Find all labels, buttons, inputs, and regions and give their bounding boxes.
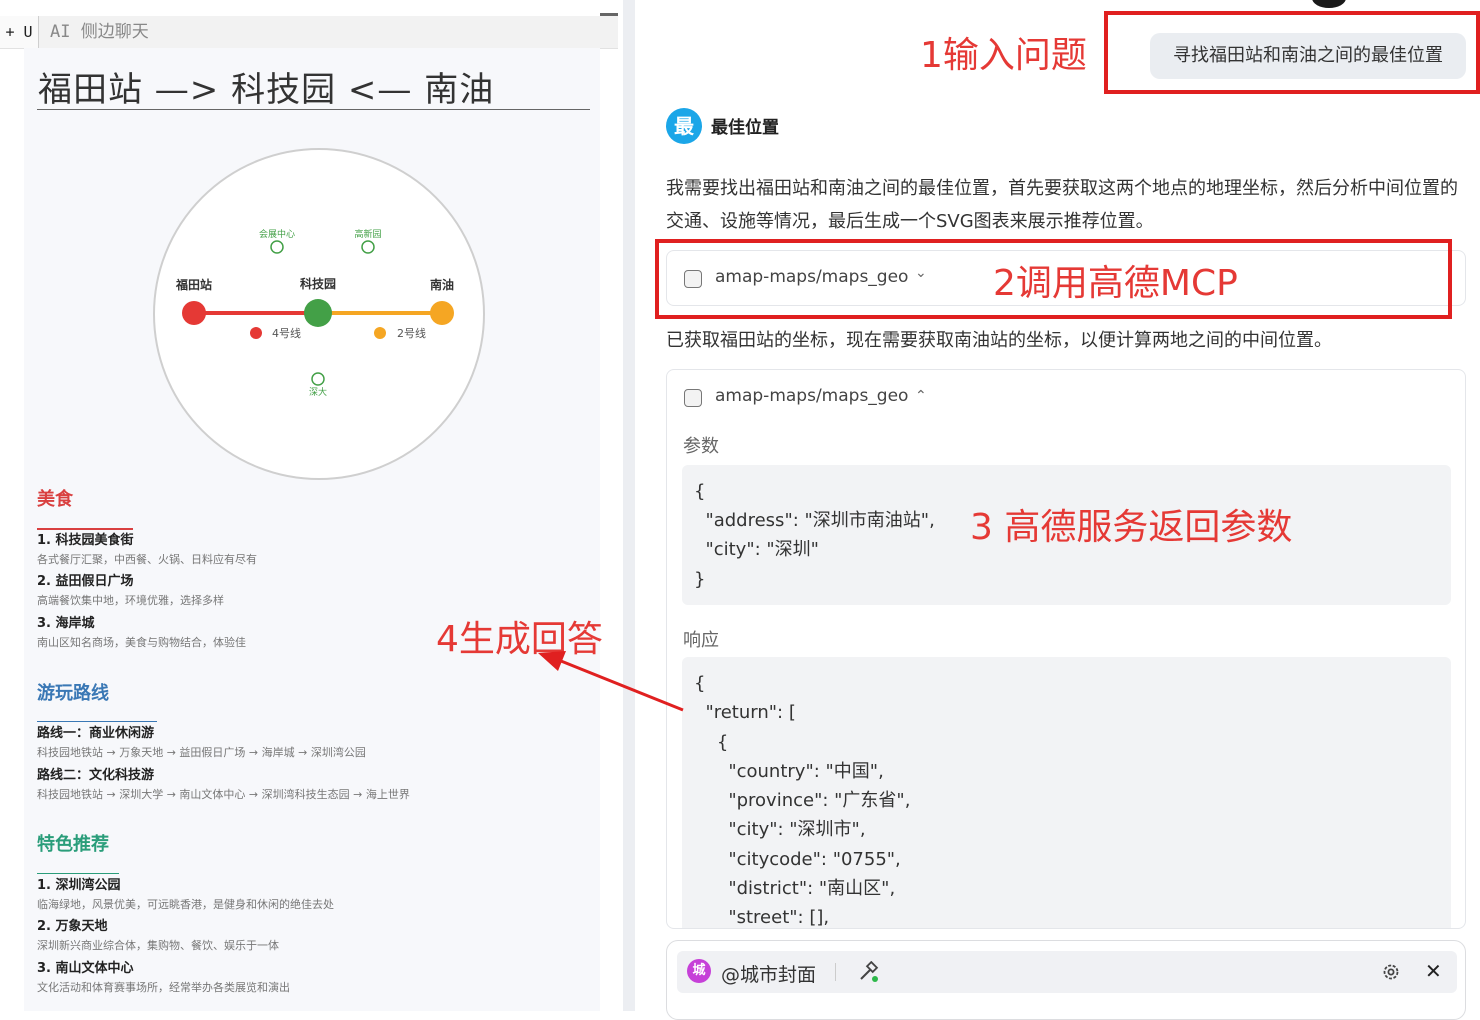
chevron-up-icon[interactable]: ⌃	[915, 388, 927, 404]
featured-item-title: 3. 南山文体中心	[37, 961, 134, 976]
code-line: }	[694, 569, 706, 590]
side-chat-toolbar: + U AI 侧边聊天	[0, 16, 618, 49]
station-label-kejiyuan: 科技园	[300, 276, 336, 291]
code-line: "province": "广东省",	[694, 790, 911, 811]
assistant-paragraph: 已获取福田站的坐标，现在需要获取南油站的坐标，以便计算两地之间的中间位置。	[666, 330, 1332, 351]
station-marker-kejiyuan	[304, 299, 332, 327]
featured-item-title: 1. 深圳湾公园	[37, 878, 121, 893]
tool-call-name[interactable]: amap-maps/maps_geo	[715, 386, 908, 406]
food-item-title: 1. 科技园美食街	[37, 533, 134, 548]
station-label-futian: 福田站	[175, 277, 212, 292]
tool-call-card-expanded: amap-maps/maps_geo ⌃ 参数 { "address": "深圳…	[666, 369, 1466, 929]
annotation-step3: 3 高德服务返回参数	[970, 507, 1293, 548]
mention-text: @城市封面	[721, 964, 817, 986]
code-line: "street": [],	[694, 907, 830, 928]
params-label: 参数	[683, 436, 719, 457]
gear-icon[interactable]	[1381, 962, 1401, 982]
poi-marker-gaoxinyuan	[361, 240, 375, 254]
hammer-icon[interactable]	[857, 961, 879, 983]
food-item-title: 2. 益田假日广场	[37, 574, 134, 589]
assistant-avatar: 最	[666, 108, 702, 144]
code-line: "citycode": "0755",	[694, 849, 901, 870]
generated-answer-document: 福田站 —> 科技园 <— 南油 会展中心 高新园 福田站 科技园 南油 4号线…	[24, 48, 600, 1011]
featured-item-desc: 深圳新兴商业综合体，集购物、餐饮、娱乐于一体	[37, 939, 279, 952]
code-line: "address": "深圳市南油站",	[694, 510, 935, 531]
food-item-title: 3. 海岸城	[37, 616, 95, 631]
featured-item-desc: 临海绿地，风景优美，可远眺香港，是健身和休闲的绝佳去处	[37, 898, 334, 911]
side-chat-panel: + U AI 侧边聊天 福田站 —> 科技园 <— 南油 会展中心 高新园 福田…	[0, 0, 624, 1011]
route-item-desc: 科技园地铁站 → 深圳大学 → 南山文体中心 → 深圳湾科技生态园 → 海上世界	[37, 788, 410, 801]
code-line: "return": [	[694, 702, 796, 723]
metro-map: 会展中心 高新园 福田站 科技园 南油 4号线 2号线 深大	[153, 148, 485, 480]
food-item-desc: 各式餐厅汇聚，中西餐、火锅、日料应有尽有	[37, 553, 257, 566]
code-line: {	[694, 732, 729, 753]
annotation-step2: 2调用高德MCP	[993, 263, 1238, 304]
mention-chip[interactable]: 城 @城市封面 ✕	[677, 951, 1457, 993]
route-title: 福田站 —> 科技园 <— 南油	[38, 70, 495, 110]
routes-heading: 游玩路线	[37, 683, 109, 704]
food-item-desc: 南山区知名商场，美食与购物结合，体验佳	[37, 636, 246, 649]
featured-heading: 特色推荐	[37, 834, 109, 855]
poi-label-shenda: 深大	[309, 386, 327, 398]
chat-input-bar[interactable]: 城 @城市封面 ✕	[666, 940, 1466, 1020]
code-line: "city": "深圳"	[694, 539, 819, 560]
route-item-title: 路线二：文化科技游	[37, 768, 155, 783]
poi-marker-shenda	[311, 372, 325, 386]
code-line: "district": "南山区",	[694, 878, 896, 899]
code-line: {	[694, 481, 706, 502]
assistant-paragraph: 我需要找出福田站和南油之间的最佳位置，首先要获取这两个地点的地理坐标，然后分析中…	[666, 178, 1458, 232]
poi-label-gaoxinyuan: 高新园	[354, 228, 381, 240]
route-item-desc: 科技园地铁站 → 万象天地 → 益田假日广场 → 海岸城 → 深圳湾公园	[37, 746, 366, 759]
code-line: "city": "深圳市",	[694, 819, 866, 840]
food-item-desc: 高端餐饮集中地，环境优雅，选择多样	[37, 594, 224, 607]
poi-marker-huizhan	[270, 240, 284, 254]
legend-dot-line2	[374, 327, 386, 339]
route-item-title: 路线一：商业休闲游	[37, 726, 155, 741]
user-avatar[interactable]	[1312, 0, 1346, 8]
food-heading: 美食	[37, 489, 73, 510]
response-code-block: { "return": [ { "country": "中国", "provin…	[682, 657, 1451, 928]
city-cover-icon: 城	[687, 959, 711, 983]
title-divider	[37, 109, 590, 110]
legend-label-line2: 2号线	[397, 326, 426, 340]
code-line: "country": "中国",	[694, 761, 884, 782]
new-chat-button[interactable]: + U	[0, 16, 39, 48]
close-icon[interactable]: ✕	[1425, 959, 1442, 983]
poi-label-huizhan: 会展中心	[259, 228, 295, 240]
side-chat-tab-title[interactable]: AI 侧边聊天	[50, 16, 149, 48]
featured-item-desc: 文化活动和体育赛事场所，经常举办各类展览和演出	[37, 981, 290, 994]
user-question-bubble: 寻找福田站和南油之间的最佳位置	[1150, 33, 1466, 79]
annotation-step1: 1输入问题	[920, 35, 1087, 76]
station-marker-futian	[182, 301, 206, 325]
annotation-arrow	[538, 651, 684, 712]
featured-item-title: 2. 万象天地	[37, 919, 108, 934]
panel-divider[interactable]	[623, 0, 635, 1011]
legend-label-line4: 4号线	[272, 326, 301, 340]
station-label-nanyou: 南油	[430, 277, 454, 292]
legend-dot-line4	[250, 327, 262, 339]
assistant-name: 最佳位置	[711, 118, 779, 138]
station-marker-nanyou	[430, 301, 454, 325]
chip-separator	[835, 963, 836, 981]
tool-icon	[684, 389, 702, 407]
code-line: {	[694, 673, 706, 694]
